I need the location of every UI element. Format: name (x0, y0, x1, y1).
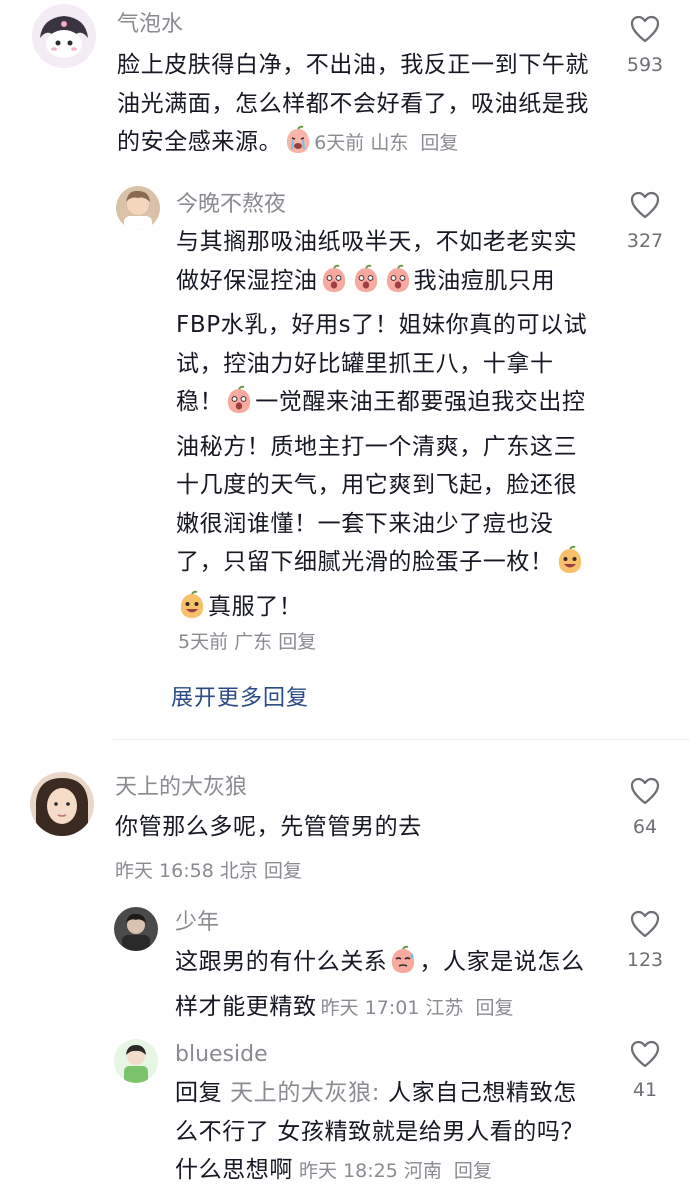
comment-text: 脸上皮肤得白净，不出油，我反正一到下午就油光满面，怎么样都不会好看了，吸油纸是我… (117, 46, 592, 168)
heart-outline-icon (630, 191, 660, 219)
reply-location: 河南 (403, 1160, 442, 1182)
like-count: 593 (626, 54, 664, 76)
comment-location: 北京 (219, 860, 258, 882)
comment-author[interactable]: 气泡水 (117, 11, 183, 39)
peach-shocked-emoji (383, 264, 413, 307)
reply-text: 与其搁那吸油纸吸半天，不如老老实实做好保湿控油 我油痘肌只用FBP水乳，好用s了！… (176, 223, 596, 632)
comment-text: 你管那么多呢，先管管男的去 (115, 808, 595, 847)
reply-button[interactable]: 回复 (278, 631, 316, 653)
reply-meta: 5天前 广东 回复 (178, 627, 316, 654)
like-button[interactable]: 593 (613, 14, 677, 76)
like-button[interactable]: 64 (613, 776, 677, 838)
peach-grin-emoji (555, 545, 585, 588)
like-count: 41 (632, 1079, 658, 1101)
reply-text: 这跟男的有什么关系 ，人家是说怎么样才能更精致 昨天 17:01 江苏 回复 (175, 943, 595, 1027)
comment-time: 昨天 16:58 (115, 860, 214, 882)
heart-outline-icon (630, 777, 660, 805)
reply-meta: 昨天 18:25 河南 回复 (299, 1160, 492, 1182)
avatar[interactable] (32, 4, 96, 68)
comment-meta: 昨天 16:58 北京 回复 (115, 856, 302, 883)
reply-button[interactable]: 回复 (476, 997, 514, 1019)
like-button[interactable]: 123 (613, 909, 677, 971)
heart-outline-icon (630, 15, 660, 43)
reply-time: 5天前 (178, 631, 229, 653)
reply-button[interactable]: 回复 (420, 132, 458, 154)
avatar[interactable] (116, 186, 160, 230)
comment-time: 6天前 (314, 132, 365, 154)
heart-outline-icon (630, 1040, 660, 1068)
comment-author[interactable]: 天上的大灰狼 (115, 774, 247, 802)
comment-item: 天上的大灰狼 你管那么多呢，先管管男的去 昨天 16:58 北京 回复 64 (0, 770, 690, 890)
peach-shocked-emoji (224, 385, 254, 428)
reply-prefix: 回复 (175, 1080, 223, 1106)
divider (113, 739, 690, 740)
avatar[interactable] (114, 1039, 158, 1083)
reply-location: 江苏 (425, 996, 464, 1019)
peach-sweat-emoji (388, 945, 418, 988)
reply-item: 少年 这跟男的有什么关系 ，人家是说怎么样才能更精致 昨天 17:01 江苏 回复 … (0, 905, 690, 1025)
reply-time: 昨天 17:01 (320, 996, 420, 1019)
like-button[interactable]: 327 (613, 190, 677, 252)
reply-body-part: 这跟男的有什么关系 (175, 949, 388, 975)
like-count: 327 (626, 230, 664, 252)
peach-crying-emoji (283, 125, 313, 168)
reply-author[interactable]: blueside (175, 1041, 268, 1069)
reply-body-part: 真服了！ (208, 593, 303, 620)
reply-item: blueside 回复 天上的大灰狼: 人家自己想精致怎么不行了 女孩精致就是给… (0, 1037, 690, 1189)
reply-item: 今晚不熬夜 与其搁那吸油纸吸半天，不如老老实实做好保湿控油 我油痘肌只用FBP水乳… (0, 180, 690, 660)
reply-time: 昨天 18:25 (299, 1160, 398, 1182)
peach-shocked-emoji (351, 264, 381, 307)
reply-author[interactable]: 少年 (175, 909, 219, 937)
avatar[interactable] (114, 907, 158, 951)
reply-button[interactable]: 回复 (454, 1160, 492, 1182)
heart-outline-icon (630, 910, 660, 938)
expand-more-replies-button[interactable]: 展开更多回复 (171, 680, 309, 712)
reply-author[interactable]: 今晚不熬夜 (176, 191, 286, 219)
peach-shocked-emoji (319, 264, 349, 307)
like-button[interactable]: 41 (613, 1039, 677, 1101)
peach-grin-emoji (177, 590, 207, 633)
avatar[interactable] (30, 772, 94, 836)
reply-meta: 昨天 17:01 江苏 回复 (321, 997, 514, 1019)
reply-button[interactable]: 回复 (264, 860, 302, 882)
reply-to-user[interactable]: 天上的大灰狼: (230, 1080, 380, 1106)
comment-location: 山东 (370, 132, 409, 154)
reply-text: 回复 天上的大灰狼: 人家自己想精致怎么不行了 女孩精致就是给男人看的吗？什么思… (175, 1074, 595, 1191)
like-count: 123 (626, 949, 664, 971)
like-count: 64 (632, 816, 658, 838)
reply-location: 广东 (234, 631, 273, 653)
comment-body: 你管那么多呢，先管管男的去 (115, 814, 422, 840)
comment-item: 气泡水 脸上皮肤得白净，不出油，我反正一到下午就油光满面，怎么样都不会好看了，吸… (0, 0, 690, 170)
comment-meta: 6天前 山东 回复 (314, 132, 458, 154)
